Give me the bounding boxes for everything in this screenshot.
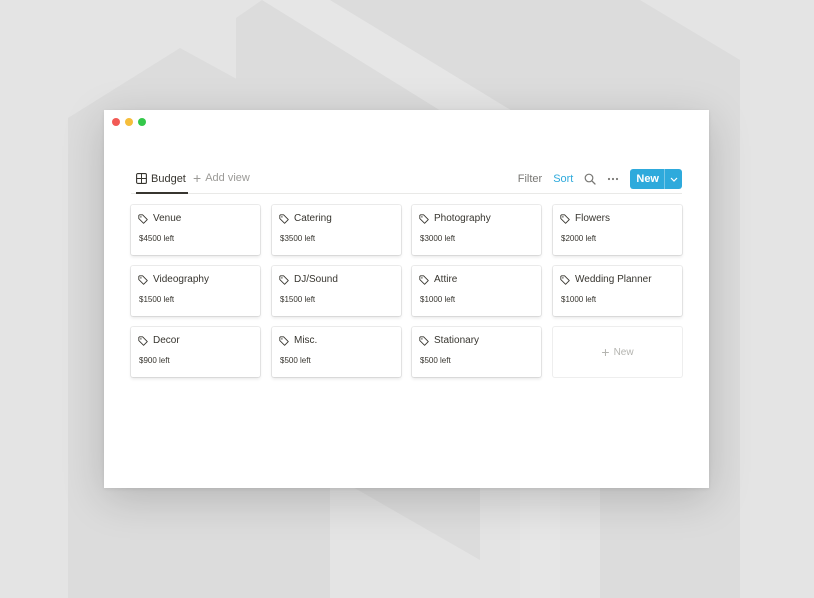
budget-card[interactable]: Catering $3500 left	[272, 205, 401, 255]
add-view-label: Add view	[205, 172, 250, 184]
card-title: Flowers	[575, 213, 611, 224]
card-amount: $3500 left	[280, 234, 316, 243]
database-toolbar: Budget + Add view Filter Sort New	[131, 168, 682, 194]
budget-card[interactable]: Decor $900 left	[131, 327, 260, 377]
app-window: Budget + Add view Filter Sort New Venue …	[104, 110, 709, 488]
window-controls	[112, 118, 146, 126]
tag-icon	[279, 274, 289, 285]
card-amount: $1500 left	[280, 295, 316, 304]
budget-card[interactable]: Stationary $500 left	[412, 327, 541, 377]
tag-icon	[138, 335, 148, 346]
sort-button[interactable]: Sort	[553, 173, 573, 185]
minimize-window-button[interactable]	[125, 118, 133, 126]
view-tab-budget[interactable]: Budget	[136, 171, 188, 194]
budget-card[interactable]: Flowers $2000 left	[553, 205, 682, 255]
more-options-icon[interactable]	[607, 177, 619, 181]
card-amount: $500 left	[420, 356, 451, 365]
plus-icon: +	[193, 170, 202, 186]
new-card-label: New	[613, 346, 634, 358]
add-view-button[interactable]: + Add view	[193, 170, 250, 186]
tag-icon	[419, 274, 429, 285]
close-window-button[interactable]	[112, 118, 120, 126]
new-card-button[interactable]: + New	[553, 327, 682, 377]
tag-icon	[279, 213, 289, 224]
card-title: Attire	[434, 274, 458, 285]
card-title: Wedding Planner	[575, 274, 652, 285]
card-title: Catering	[294, 213, 332, 224]
tag-icon	[138, 213, 148, 224]
filter-button[interactable]: Filter	[518, 173, 542, 185]
view-tab-label: Budget	[151, 173, 186, 185]
card-title: Decor	[153, 335, 180, 346]
card-amount: $900 left	[139, 356, 170, 365]
tag-icon	[279, 335, 289, 346]
tag-icon	[560, 274, 570, 285]
table-icon	[136, 173, 147, 184]
budget-card[interactable]: Venue $4500 left	[131, 205, 260, 255]
tag-icon	[138, 274, 148, 285]
budget-card[interactable]: Photography $3000 left	[412, 205, 541, 255]
new-button[interactable]: New	[630, 169, 664, 189]
budget-card[interactable]: Videography $1500 left	[131, 266, 260, 316]
search-icon[interactable]	[584, 173, 597, 185]
chevron-down-icon	[670, 177, 677, 182]
card-amount: $500 left	[280, 356, 311, 365]
card-title: Stationary	[434, 335, 480, 346]
card-amount: $1500 left	[139, 295, 175, 304]
card-amount: $4500 left	[139, 234, 175, 243]
new-dropdown-button[interactable]	[664, 169, 682, 189]
card-amount: $1000 left	[561, 295, 597, 304]
tag-icon	[419, 213, 429, 224]
budget-card[interactable]: Attire $1000 left	[412, 266, 541, 316]
card-title: Videography	[153, 274, 209, 285]
plus-icon: +	[601, 344, 610, 360]
tag-icon	[560, 213, 570, 224]
budget-card[interactable]: Wedding Planner $1000 left	[553, 266, 682, 316]
maximize-window-button[interactable]	[138, 118, 146, 126]
new-button-group: New	[630, 169, 682, 189]
toolbar-actions: Filter Sort New	[506, 168, 682, 190]
card-amount: $2000 left	[561, 234, 597, 243]
card-amount: $1000 left	[420, 295, 456, 304]
card-title: Photography	[434, 213, 491, 224]
budget-card[interactable]: DJ/Sound $1500 left	[272, 266, 401, 316]
card-title: Venue	[153, 213, 182, 224]
card-title: Misc.	[294, 335, 318, 346]
budget-card[interactable]: Misc. $500 left	[272, 327, 401, 377]
tag-icon	[419, 335, 429, 346]
card-title: DJ/Sound	[294, 274, 338, 285]
card-amount: $3000 left	[420, 234, 456, 243]
